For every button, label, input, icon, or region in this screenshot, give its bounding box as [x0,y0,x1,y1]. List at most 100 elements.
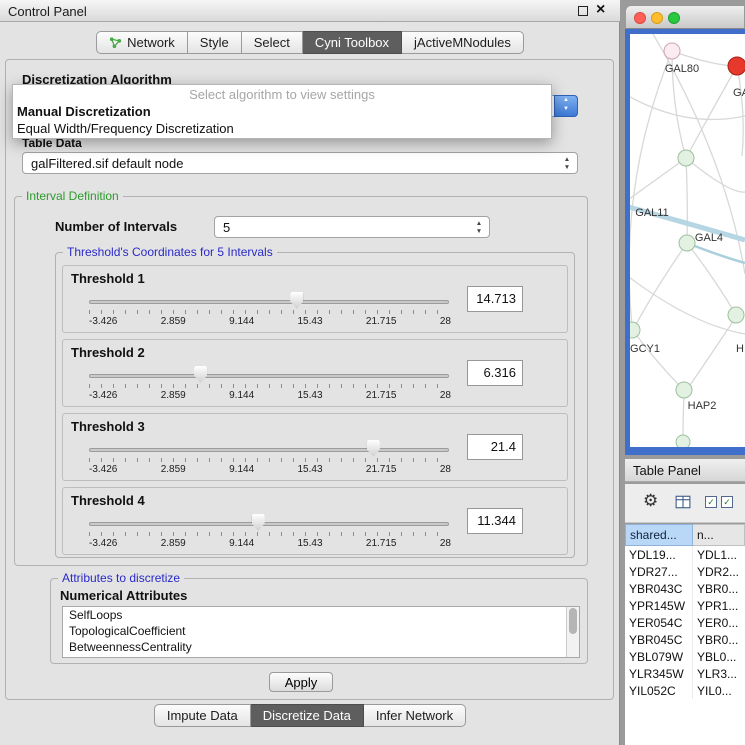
combobox-value: galFiltered.sif default node [31,156,183,171]
slider-thumb[interactable] [252,514,265,531]
network-window-titlebar[interactable] [625,5,745,29]
table-row[interactable]: YBR045CYBR0... [625,631,745,648]
tab-select[interactable]: Select [242,31,303,54]
scale-tick-label: 9.144 [229,464,254,475]
tab-impute-data[interactable]: Impute Data [154,704,251,727]
slider-track[interactable] [89,522,449,526]
tab-infer-network[interactable]: Infer Network [364,704,466,727]
popup-hint: Select algorithm to view settings [13,85,551,103]
threshold-slider[interactable] [89,292,449,316]
number-of-intervals-combobox[interactable]: 5 ▲ ▼ [214,216,490,238]
close-traffic-light-icon[interactable] [634,12,646,24]
slider-thumb[interactable] [290,292,303,309]
network-view-window[interactable]: GAL80GAGAL11GAL4GCY1HHAP2 [625,5,745,455]
network-node[interactable] [664,43,680,59]
slider-scale: -3.4262.8599.14415.4321.71528 [89,390,451,401]
slider-track[interactable] [89,374,449,378]
threshold-slider[interactable] [89,514,449,538]
attribute-item[interactable]: BetweennessCentrality [63,639,579,655]
network-node[interactable] [676,382,692,398]
table-panel-header: Table Panel [625,458,745,482]
minimize-traffic-light-icon[interactable] [651,12,663,24]
table-cell: YDR27... [625,563,693,580]
table-data-combobox[interactable]: galFiltered.sif default node ▲ ▼ [22,152,578,174]
algorithm-option[interactable]: Manual Discretization [13,103,551,120]
table-cell: YBL079W [625,648,693,665]
close-icon[interactable]: × [596,1,605,19]
tab-cyni-toolbox[interactable]: Cyni Toolbox [303,31,402,54]
table-cell: YBR0... [693,580,745,597]
apply-button[interactable]: Apply [269,672,333,692]
tab-style[interactable]: Style [188,31,242,54]
float-window-icon[interactable] [578,6,588,16]
table-row[interactable]: YDR27...YDR2... [625,563,745,580]
slider-track[interactable] [89,300,449,304]
thresholds-group-title: Threshold's Coordinates for 5 Intervals [63,245,277,259]
zoom-traffic-light-icon[interactable] [668,12,680,24]
scrollbar-thumb[interactable] [569,608,577,634]
scale-tick-label: -3.426 [89,316,117,327]
network-node[interactable] [678,150,694,166]
threshold-label: Threshold 4 [71,493,145,508]
table-cell: YER0... [693,614,745,631]
column-header-shared-name[interactable]: shared... [625,524,693,546]
tab-network[interactable]: Network [96,31,188,54]
network-node[interactable] [728,57,745,75]
scale-tick-label: 15.43 [298,390,323,401]
checkbox-icon[interactable]: ✓ [721,496,733,508]
arrow-up-icon: ▲ [474,220,484,228]
table-row[interactable]: YLR345WYLR3... [625,665,745,682]
node-table: shared... n... YDL19...YDL1...YDR27...YD… [625,524,745,745]
scale-tick-label: 9.144 [229,390,254,401]
attribute-item[interactable]: SelfLoops [63,607,579,623]
column-header-name[interactable]: n... [693,524,745,546]
threshold-label: Threshold 1 [71,271,145,286]
slider-ticks [89,458,449,462]
threshold-value-field[interactable]: 11.344 [467,508,523,534]
slider-thumb[interactable] [194,366,207,383]
table-row[interactable]: YER054CYER0... [625,614,745,631]
table-row[interactable]: YBL079WYBL0... [625,648,745,665]
threshold-value-field[interactable]: 21.4 [467,434,523,460]
scale-tick-label: -3.426 [89,464,117,475]
number-of-intervals-label: Number of Intervals [55,219,177,234]
table-header-row: shared... n... [625,524,745,546]
columns-icon[interactable] [675,495,691,509]
scale-tick-label: 2.859 [161,464,186,475]
network-node[interactable] [630,322,640,338]
threshold-slider[interactable] [89,440,449,464]
table-row[interactable]: YDL19...YDL1... [625,546,745,563]
scale-tick-label: 28 [440,316,451,327]
gear-icon[interactable]: ⚙ [643,491,658,511]
slider-track[interactable] [89,448,449,452]
table-row[interactable]: YPR145WYPR1... [625,597,745,614]
network-node[interactable] [676,435,690,447]
table-cell: YIL0... [693,682,745,699]
combo-stepper-icon[interactable]: ▲ ▼ [554,95,578,117]
numerical-attributes-list[interactable]: SelfLoopsTopologicalCoefficientBetweenne… [62,606,580,658]
scrollbar[interactable] [566,607,579,657]
arrow-down-icon: ▼ [562,164,572,172]
tab-label: Network [127,35,175,50]
network-node[interactable] [728,307,744,323]
slider-scale: -3.4262.8599.14415.4321.71528 [89,538,451,549]
tab-label: Impute Data [167,708,238,723]
scale-tick-label: 9.144 [229,316,254,327]
table-row[interactable]: YBR043CYBR0... [625,580,745,597]
threshold-slider[interactable] [89,366,449,390]
slider-ticks [89,384,449,388]
tab-jactivemnodules[interactable]: jActiveMNodules [402,31,524,54]
scale-tick-label: 21.715 [366,464,397,475]
slider-thumb[interactable] [367,440,380,457]
checkbox-icon[interactable]: ✓ [705,496,717,508]
threshold-value-field[interactable]: 14.713 [467,286,523,312]
attribute-item[interactable]: TopologicalCoefficient [63,623,579,639]
table-row[interactable]: YIL052CYIL0... [625,682,745,699]
tab-discretize-data[interactable]: Discretize Data [251,704,364,727]
network-node[interactable] [679,235,695,251]
threshold-value-field[interactable]: 6.316 [467,360,523,386]
network-canvas[interactable]: GAL80GAGAL11GAL4GCY1HHAP2 [630,34,745,447]
algorithm-option[interactable]: Equal Width/Frequency Discretization [13,120,551,137]
network-graph[interactable]: GAL80GAGAL11GAL4GCY1HHAP2 [630,34,745,447]
tab-label: jActiveMNodules [414,35,511,50]
